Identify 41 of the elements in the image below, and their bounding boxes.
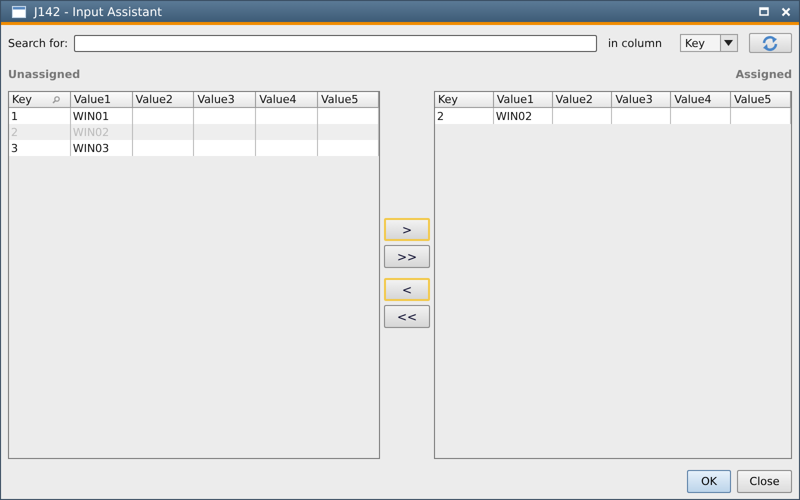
table-cell: WIN01 xyxy=(72,110,110,122)
column-dropdown[interactable]: Key xyxy=(680,34,738,52)
move-button[interactable]: >> xyxy=(384,245,430,268)
column-header[interactable]: Value3 xyxy=(194,92,256,108)
section-title: Assigned xyxy=(736,68,792,83)
ok-button[interactable]: OK xyxy=(687,470,731,493)
window-title: J142 - Input Assistant xyxy=(34,4,163,18)
table-cell: WIN03 xyxy=(72,142,110,154)
column-header[interactable]: Value2 xyxy=(132,92,194,108)
column-header[interactable]: Value5 xyxy=(731,92,791,108)
table-row[interactable]: 2 WIN02 xyxy=(435,108,791,124)
move-button[interactable]: > xyxy=(384,218,430,241)
search-label: Search for: xyxy=(8,36,68,50)
column-header[interactable]: Value1 xyxy=(494,92,553,108)
dropdown-arrow-icon xyxy=(724,40,734,46)
refresh-button[interactable] xyxy=(748,33,792,53)
table-cell: WIN02 xyxy=(496,110,532,122)
maximize-icon[interactable] xyxy=(759,6,769,16)
table-row[interactable]: 3 WIN03 xyxy=(9,140,379,156)
table-row[interactable]: 1 WIN01 xyxy=(9,108,379,124)
move-button[interactable]: < xyxy=(384,278,430,301)
column-header[interactable]: Value1 xyxy=(70,92,133,108)
table-cell: 3 xyxy=(11,142,18,154)
close-button[interactable]: Close xyxy=(737,470,792,493)
column-label: in column xyxy=(608,36,662,50)
table-cell: 2 xyxy=(437,110,444,122)
search-icon xyxy=(52,96,60,104)
column-header[interactable]: Value4 xyxy=(256,92,318,108)
section-title: Unassigned xyxy=(8,68,80,83)
close-icon[interactable] xyxy=(781,6,791,16)
column-header[interactable]: Value3 xyxy=(612,92,672,108)
column-header[interactable]: Key xyxy=(9,92,71,108)
column-header[interactable]: Value2 xyxy=(552,92,612,108)
search-field[interactable] xyxy=(74,34,597,52)
column-header[interactable]: Key xyxy=(435,92,494,108)
column-header[interactable]: Value5 xyxy=(318,92,379,108)
table-cell: 1 xyxy=(11,110,18,122)
column-header[interactable]: Value4 xyxy=(671,92,732,108)
window-icon xyxy=(12,6,26,18)
move-button[interactable]: << xyxy=(384,305,430,328)
refresh-icon xyxy=(761,35,780,51)
